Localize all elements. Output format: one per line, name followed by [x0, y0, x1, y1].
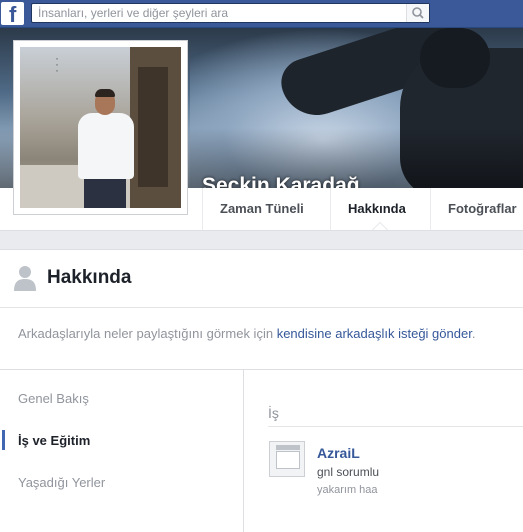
- search-box[interactable]: [31, 3, 430, 23]
- tab-timeline[interactable]: Zaman Tüneli: [202, 188, 330, 230]
- friend-request-notice: Arkadaşlarıyla neler paylaştığını görmek…: [18, 326, 475, 341]
- job-position: gnl sorumlu: [317, 465, 380, 479]
- about-header: Hakkında: [0, 250, 523, 308]
- profile-picture-frame[interactable]: · · ·: [13, 40, 188, 215]
- work-section-title: İş: [268, 405, 279, 421]
- about-sidenav: Genel Bakış İş ve Eğitim Yaşadığı Yerler: [0, 370, 244, 532]
- notice-period: .: [471, 326, 476, 341]
- about-card: Hakkında Arkadaşlarıyla neler paylaştığı…: [0, 249, 523, 532]
- send-friend-request-link[interactable]: kendisine arkadaşlık isteği gönder: [277, 326, 472, 341]
- tab-photos[interactable]: Fotoğraflar: [430, 188, 523, 230]
- active-nav-indicator: [2, 430, 5, 450]
- employer-link[interactable]: AzraiL: [317, 445, 360, 461]
- search-input[interactable]: [38, 5, 398, 21]
- facebook-logo-icon[interactable]: f: [1, 2, 24, 27]
- profile-picture[interactable]: · · ·: [20, 47, 181, 208]
- profile-name[interactable]: Seçkin Karadağ: [202, 174, 360, 188]
- briefcase-icon[interactable]: [269, 441, 305, 477]
- job-description: yakarım haa: [317, 484, 378, 496]
- sidenav-item-places[interactable]: Yaşadığı Yerler: [18, 475, 105, 490]
- top-bar: f: [0, 0, 523, 28]
- search-icon: [412, 7, 424, 19]
- sidenav-item-work-education[interactable]: İş ve Eğitim: [18, 433, 90, 448]
- active-tab-caret: [372, 222, 388, 230]
- search-button[interactable]: [406, 4, 429, 22]
- person-icon: [14, 266, 36, 291]
- sidenav-item-overview[interactable]: Genel Bakış: [18, 391, 89, 406]
- notice-text: Arkadaşlarıyla neler paylaştığını görmek…: [18, 326, 277, 341]
- about-title: Hakkında: [47, 267, 132, 288]
- section-divider: [268, 426, 523, 427]
